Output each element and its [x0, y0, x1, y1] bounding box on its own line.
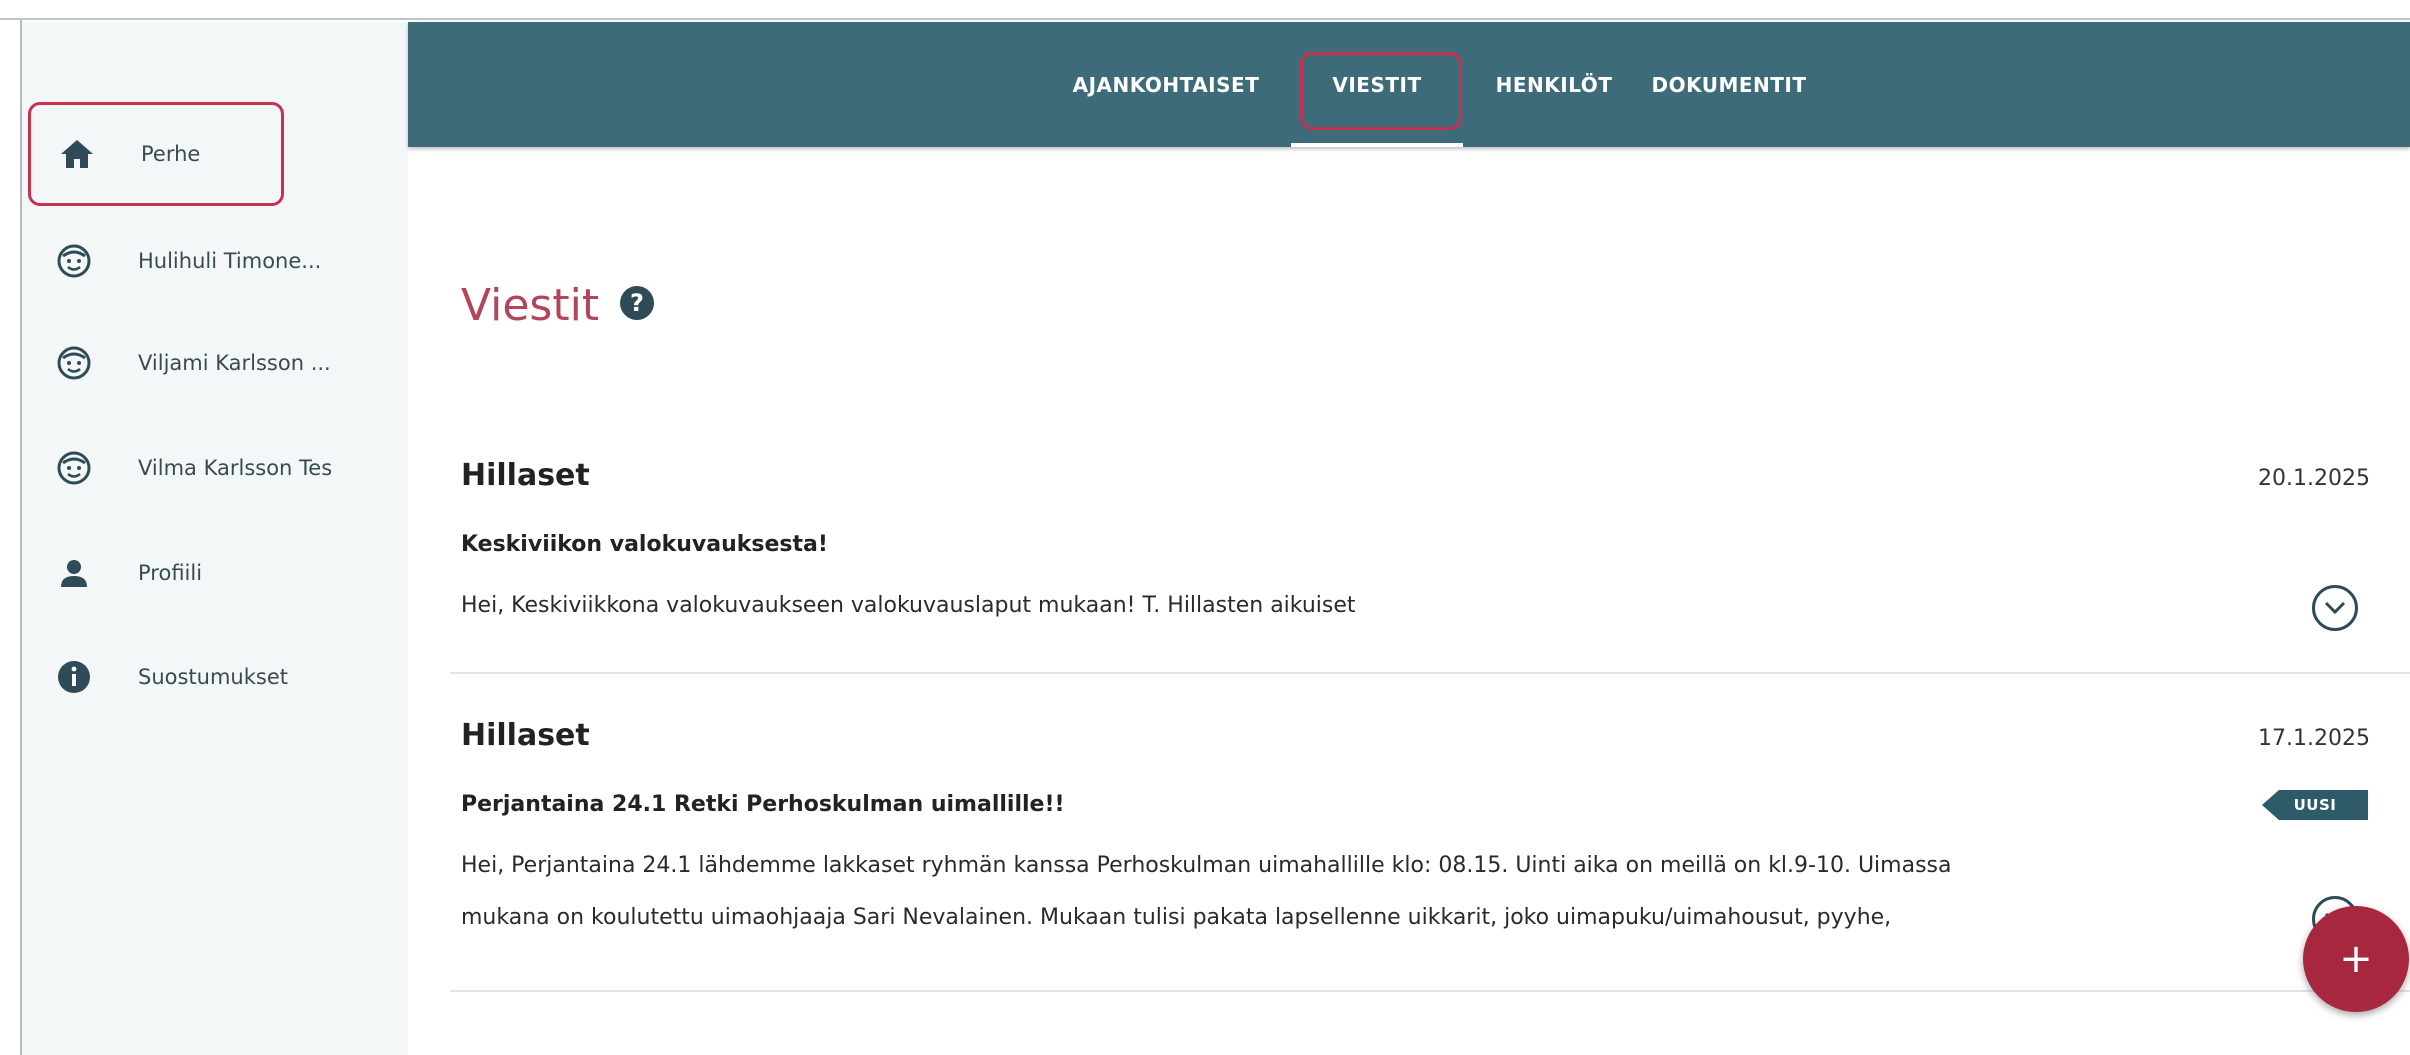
top-navigation: AJANKOHTAISET VIESTIT HENKILÖT DOKUMENTI…	[408, 22, 2410, 147]
sidebar-item-label: Perhe	[141, 142, 201, 166]
message-date: 20.1.2025	[2258, 466, 2370, 491]
tab-label: VIESTIT	[1332, 72, 1422, 97]
sidebar-item-viljami[interactable]: Viljami Karlsson ...	[28, 311, 404, 415]
sidebar-item-profiili[interactable]: Profiili	[28, 521, 404, 625]
message-body: Hei, Keskiviikkona valokuvaukseen valoku…	[461, 580, 1356, 632]
message-body-line: Hei, Keskiviikkona valokuvaukseen valoku…	[461, 593, 1356, 618]
sidebar: Perhe Hulihuli Timone... Viljami Karlsso…	[22, 22, 408, 1055]
message-item[interactable]: Hillaset 20.1.2025 Keskiviikon valokuvau…	[450, 450, 2410, 680]
new-badge: UUSI	[2262, 790, 2368, 820]
message-body: Hei, Perjantaina 24.1 lähdemme lakkaset …	[461, 840, 1952, 944]
tab-label: HENKILÖT	[1495, 72, 1613, 97]
info-icon	[54, 657, 94, 697]
sidebar-item-hulihuli[interactable]: Hulihuli Timone...	[28, 209, 404, 313]
child-face-icon	[54, 343, 94, 383]
sidebar-item-suostumukset[interactable]: Suostumukset	[28, 625, 404, 729]
window-top-border	[0, 0, 2410, 20]
sidebar-item-vilma[interactable]: Vilma Karlsson Tes	[28, 416, 404, 520]
sidebar-item-label: Profiili	[138, 561, 203, 585]
message-subject: Keskiviikon valokuvauksesta!	[461, 532, 828, 557]
tab-dokumentit[interactable]: DOKUMENTIT	[1644, 22, 1814, 147]
message-date: 17.1.2025	[2258, 726, 2370, 751]
message-divider	[450, 990, 2410, 992]
sidebar-item-label: Vilma Karlsson Tes	[138, 456, 333, 480]
message-item[interactable]: Hillaset 17.1.2025 Perjantaina 24.1 Retk…	[450, 710, 2410, 1000]
sidebar-item-label: Suostumukset	[138, 665, 288, 689]
tab-label: DOKUMENTIT	[1651, 72, 1807, 97]
message-divider	[450, 672, 2410, 674]
app-window: Perhe Hulihuli Timone... Viljami Karlsso…	[0, 0, 2410, 1055]
tab-henkilot[interactable]: HENKILÖT	[1480, 22, 1628, 147]
child-face-icon	[54, 241, 94, 281]
message-body-line: mukana on koulutettu uimaohjaaja Sari Ne…	[461, 905, 1892, 930]
home-icon	[57, 134, 97, 174]
message-sender: Hillaset	[461, 718, 590, 753]
help-icon[interactable]: ?	[620, 286, 654, 320]
child-face-icon	[54, 448, 94, 488]
sidebar-item-perhe[interactable]: Perhe	[28, 102, 284, 206]
new-message-fab-button[interactable]: +	[2303, 906, 2409, 1012]
message-subject: Perjantaina 24.1 Retki Perhoskulman uima…	[461, 792, 1065, 817]
sidebar-item-label: Hulihuli Timone...	[138, 249, 322, 273]
expand-chevron-icon[interactable]	[2312, 585, 2358, 631]
tab-label: AJANKOHTAISET	[1072, 72, 1260, 97]
message-sender: Hillaset	[461, 458, 590, 493]
tab-ajankohtaiset[interactable]: AJANKOHTAISET	[1056, 22, 1276, 147]
tab-viestit[interactable]: VIESTIT	[1291, 22, 1463, 147]
message-body-line: Hei, Perjantaina 24.1 lähdemme lakkaset …	[461, 853, 1952, 878]
page-title: Viestit	[461, 280, 600, 331]
person-icon	[54, 553, 94, 593]
sidebar-item-label: Viljami Karlsson ...	[138, 351, 331, 375]
